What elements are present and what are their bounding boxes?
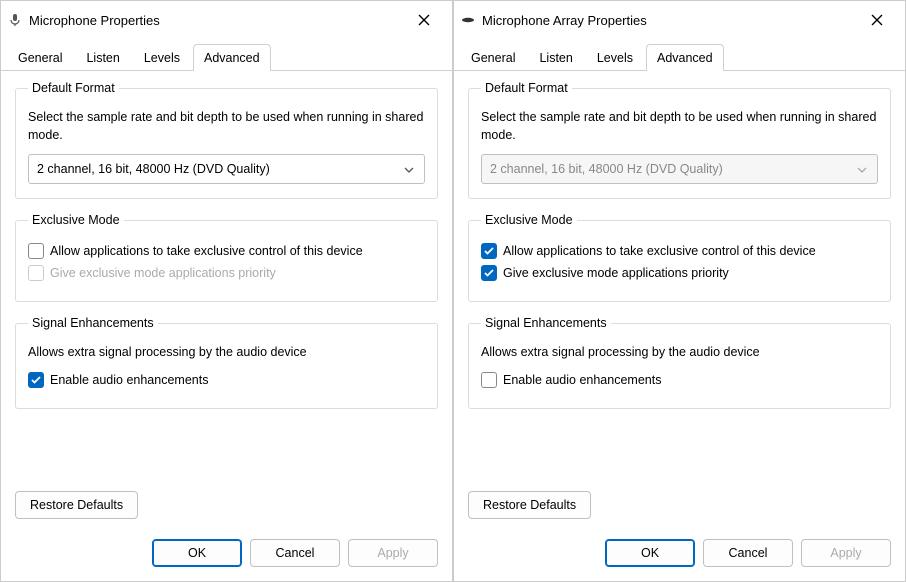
restore-defaults-button[interactable]: Restore Defaults <box>468 491 591 519</box>
ok-button[interactable]: OK <box>152 539 242 567</box>
tab-advanced[interactable]: Advanced <box>193 44 271 71</box>
window-title: Microphone Properties <box>29 13 404 28</box>
exclusive-priority-label: Give exclusive mode applications priorit… <box>503 266 729 280</box>
enable-enhancements-checkbox[interactable] <box>481 372 497 388</box>
default-format-legend: Default Format <box>481 81 572 95</box>
close-icon <box>871 14 883 26</box>
enable-enhancements-label: Enable audio enhancements <box>503 373 661 387</box>
signal-enhancements-legend: Signal Enhancements <box>481 316 611 330</box>
tab-listen[interactable]: Listen <box>528 44 583 71</box>
allow-exclusive-label: Allow applications to take exclusive con… <box>503 244 816 258</box>
exclusive-priority-label: Give exclusive mode applications priorit… <box>50 266 276 280</box>
microphone-array-properties-dialog: Microphone Array Properties General List… <box>453 0 906 582</box>
close-button[interactable] <box>404 5 444 35</box>
mic-icon <box>7 12 23 28</box>
tab-general[interactable]: General <box>460 44 526 71</box>
allow-exclusive-label: Allow applications to take exclusive con… <box>50 244 363 258</box>
tab-advanced[interactable]: Advanced <box>646 44 724 71</box>
mic-array-icon <box>460 12 476 28</box>
microphone-properties-dialog: Microphone Properties General Listen Lev… <box>0 0 453 582</box>
default-format-legend: Default Format <box>28 81 119 95</box>
chevron-down-icon <box>857 162 867 176</box>
chevron-down-icon <box>404 162 414 176</box>
tab-bar: General Listen Levels Advanced <box>1 43 452 71</box>
dialog-footer: OK Cancel Apply <box>454 529 905 581</box>
enable-enhancements-checkbox[interactable] <box>28 372 44 388</box>
ok-button[interactable]: OK <box>605 539 695 567</box>
default-format-group: Default Format Select the sample rate an… <box>15 81 438 199</box>
cancel-button[interactable]: Cancel <box>703 539 793 567</box>
exclusive-mode-legend: Exclusive Mode <box>481 213 577 227</box>
default-format-desc: Select the sample rate and bit depth to … <box>481 109 878 144</box>
exclusive-mode-legend: Exclusive Mode <box>28 213 124 227</box>
tab-general[interactable]: General <box>7 44 73 71</box>
tab-levels[interactable]: Levels <box>133 44 191 71</box>
signal-enhancements-group: Signal Enhancements Allows extra signal … <box>15 316 438 409</box>
tab-levels[interactable]: Levels <box>586 44 644 71</box>
close-icon <box>418 14 430 26</box>
signal-enhancements-group: Signal Enhancements Allows extra signal … <box>468 316 891 409</box>
window-title: Microphone Array Properties <box>482 13 857 28</box>
signal-enhancements-desc: Allows extra signal processing by the au… <box>28 344 425 362</box>
enable-enhancements-label: Enable audio enhancements <box>50 373 208 387</box>
signal-enhancements-desc: Allows extra signal processing by the au… <box>481 344 878 362</box>
apply-button: Apply <box>801 539 891 567</box>
tab-bar: General Listen Levels Advanced <box>454 43 905 71</box>
dialog-footer: OK Cancel Apply <box>1 529 452 581</box>
titlebar: Microphone Array Properties <box>454 1 905 39</box>
allow-exclusive-checkbox[interactable] <box>28 243 44 259</box>
sample-rate-select[interactable]: 2 channel, 16 bit, 48000 Hz (DVD Quality… <box>28 154 425 184</box>
exclusive-priority-checkbox <box>28 265 44 281</box>
apply-button: Apply <box>348 539 438 567</box>
titlebar: Microphone Properties <box>1 1 452 39</box>
close-button[interactable] <box>857 5 897 35</box>
tab-listen[interactable]: Listen <box>75 44 130 71</box>
restore-defaults-button[interactable]: Restore Defaults <box>15 491 138 519</box>
sample-rate-value: 2 channel, 16 bit, 48000 Hz (DVD Quality… <box>37 162 270 176</box>
allow-exclusive-checkbox[interactable] <box>481 243 497 259</box>
sample-rate-select: 2 channel, 16 bit, 48000 Hz (DVD Quality… <box>481 154 878 184</box>
signal-enhancements-legend: Signal Enhancements <box>28 316 158 330</box>
cancel-button[interactable]: Cancel <box>250 539 340 567</box>
tab-content-advanced: Default Format Select the sample rate an… <box>1 71 452 529</box>
tab-content-advanced: Default Format Select the sample rate an… <box>454 71 905 529</box>
exclusive-mode-group: Exclusive Mode Allow applications to tak… <box>468 213 891 302</box>
exclusive-mode-group: Exclusive Mode Allow applications to tak… <box>15 213 438 302</box>
default-format-group: Default Format Select the sample rate an… <box>468 81 891 199</box>
sample-rate-value: 2 channel, 16 bit, 48000 Hz (DVD Quality… <box>490 162 723 176</box>
exclusive-priority-checkbox[interactable] <box>481 265 497 281</box>
default-format-desc: Select the sample rate and bit depth to … <box>28 109 425 144</box>
